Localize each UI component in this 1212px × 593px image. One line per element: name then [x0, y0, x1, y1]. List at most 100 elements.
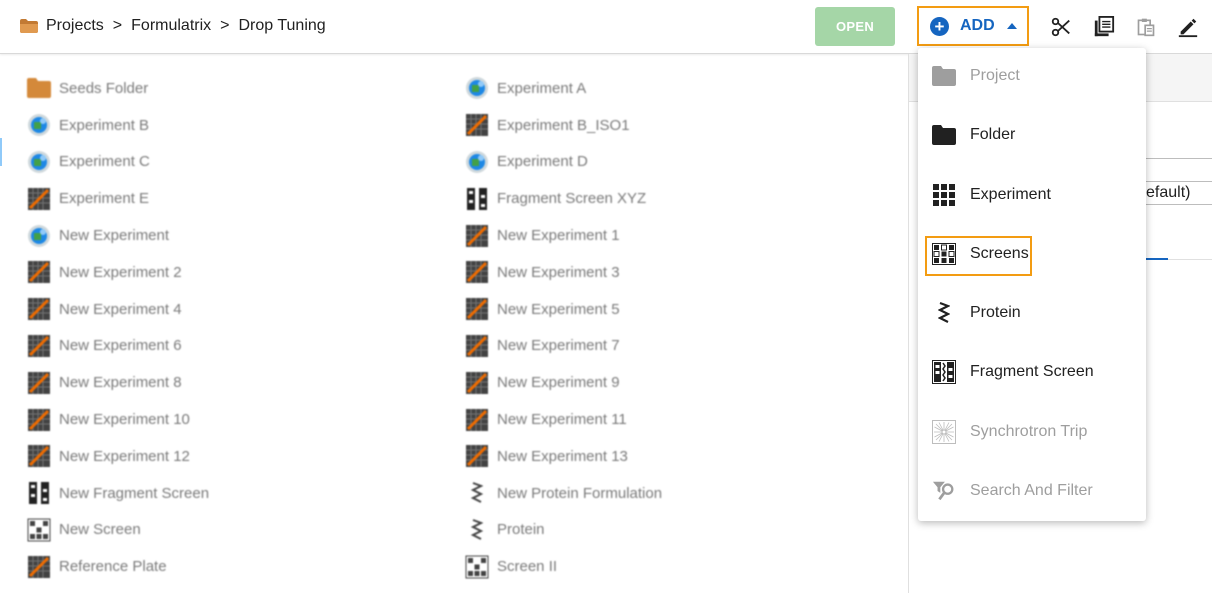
list-item[interactable]: Experiment D — [465, 144, 885, 181]
copy-icon[interactable] — [1092, 15, 1116, 39]
list-item[interactable]: New Experiment 6 — [27, 328, 447, 365]
list-item[interactable]: Experiment C — [27, 144, 447, 181]
details-select-field[interactable]: efault) — [1146, 181, 1212, 205]
list-item[interactable]: New Experiment 4 — [27, 291, 447, 328]
list-item[interactable]: New Protein Formulation — [465, 475, 885, 512]
list-item[interactable]: Experiment B — [27, 107, 447, 144]
list-item[interactable]: New Experiment 10 — [27, 401, 447, 438]
list-item-label: New Experiment 2 — [59, 263, 182, 281]
list-item-label: New Fragment Screen — [59, 484, 210, 502]
protein-icon — [465, 518, 489, 542]
plate-icon — [465, 334, 489, 358]
list-item-label: Protein — [497, 521, 545, 539]
paste-icon[interactable] — [1134, 15, 1158, 39]
menu-item-project[interactable]: Project — [918, 52, 1146, 100]
list-item[interactable]: Screen II — [465, 548, 885, 585]
list-item-label: New Experiment 10 — [59, 411, 190, 429]
list-item[interactable]: Protein — [465, 512, 885, 549]
add-circle-icon: + — [930, 16, 949, 36]
details-tab-underline — [1168, 259, 1212, 260]
list-item[interactable]: New Experiment 5 — [465, 291, 885, 328]
menu-item-label: Synchrotron Trip — [970, 423, 1088, 440]
list-item[interactable]: Experiment B_ISO1 — [465, 107, 885, 144]
menu-item-label: Folder — [970, 126, 1016, 143]
fragment-screen-icon — [932, 360, 956, 384]
list-item[interactable]: New Fragment Screen — [27, 475, 447, 512]
item-list-right: Experiment A Experiment B_ISO1 Experiment … — [465, 70, 885, 585]
list-item[interactable]: New Experiment 11 — [465, 401, 885, 438]
plate-icon — [27, 260, 51, 284]
list-item-label: New Experiment 4 — [59, 300, 182, 318]
protein-icon — [465, 481, 489, 505]
add-button-label: ADD — [960, 17, 995, 34]
menu-item-fragment-screen[interactable]: Fragment Screen — [918, 348, 1146, 396]
list-item[interactable]: New Experiment 2 — [27, 254, 447, 291]
list-item[interactable]: New Experiment 13 — [465, 438, 885, 475]
folder-icon — [932, 123, 956, 147]
edit-icon[interactable] — [1176, 15, 1200, 39]
list-item[interactable]: New Experiment 8 — [27, 364, 447, 401]
list-item-label: New Experiment 6 — [59, 337, 182, 355]
breadcrumb-item-drop-tuning[interactable]: Drop Tuning — [239, 17, 326, 35]
plate-icon — [465, 260, 489, 284]
list-item[interactable]: Fragment Screen XYZ — [465, 180, 885, 217]
list-item[interactable]: New Experiment 12 — [27, 438, 447, 475]
list-item[interactable]: New Experiment 9 — [465, 364, 885, 401]
list-item-label: New Experiment 7 — [497, 337, 620, 355]
menu-item-label: Project — [970, 67, 1020, 84]
fragment-icon — [27, 481, 51, 505]
list-item[interactable]: New Screen — [27, 512, 447, 549]
plate-icon — [27, 371, 51, 395]
list-item[interactable]: New Experiment 3 — [465, 254, 885, 291]
list-item-label: Experiment B_ISO1 — [497, 116, 630, 134]
menu-item-experiment[interactable]: Experiment — [918, 171, 1146, 219]
list-item-label: Reference Plate — [59, 558, 167, 576]
list-item[interactable]: Reference Plate — [27, 548, 447, 585]
open-button[interactable]: OPEN — [815, 7, 895, 46]
globe-icon — [27, 224, 51, 248]
list-item-label: Experiment D — [497, 153, 588, 171]
plate-icon — [465, 297, 489, 321]
list-item[interactable]: New Experiment 1 — [465, 217, 885, 254]
list-item-label: New Experiment 3 — [497, 263, 620, 281]
top-toolbar: Projects > Formulatrix > Drop Tuning OPE… — [0, 0, 1212, 54]
plate-icon — [27, 444, 51, 468]
menu-item-folder[interactable]: Folder — [918, 111, 1146, 159]
menu-item-label: Fragment Screen — [970, 363, 1094, 380]
list-item-label: New Experiment 1 — [497, 227, 620, 245]
breadcrumb-item-projects[interactable]: Projects — [46, 17, 104, 35]
list-item-label: New Experiment 12 — [59, 447, 190, 465]
globe-icon — [465, 150, 489, 174]
list-item-label: New Experiment 5 — [497, 300, 620, 318]
breadcrumb-item-formulatrix[interactable]: Formulatrix — [131, 17, 211, 35]
list-item-label: New Experiment 11 — [497, 411, 627, 429]
details-tab-indicator — [1146, 258, 1168, 260]
screen-icon — [465, 555, 489, 579]
menu-item-protein[interactable]: Protein — [918, 289, 1146, 337]
experiment-grid-icon — [932, 183, 956, 207]
list-item[interactable]: Experiment A — [465, 70, 885, 107]
item-list-left: Seeds Folder Experiment B Experiment C Expe… — [27, 70, 447, 585]
menu-item-label: Experiment — [970, 186, 1051, 203]
plate-icon — [465, 224, 489, 248]
plate-icon — [465, 371, 489, 395]
list-item[interactable]: New Experiment — [27, 217, 447, 254]
menu-item-synchrotron-trip[interactable]: Synchrotron Trip — [918, 408, 1146, 456]
list-item-label: Experiment E — [59, 190, 150, 208]
add-button[interactable]: + ADD — [917, 6, 1029, 46]
scissors-icon[interactable] — [1049, 15, 1073, 39]
protein-icon — [932, 301, 956, 325]
details-field-line — [1146, 158, 1212, 159]
panel-divider — [908, 54, 909, 593]
list-item[interactable]: New Experiment 7 — [465, 328, 885, 365]
globe-icon — [27, 113, 51, 137]
menu-item-search-and-filter[interactable]: Search And Filter — [918, 467, 1146, 515]
folder-icon — [20, 19, 38, 33]
fragment-icon — [465, 187, 489, 211]
list-item-label: Experiment C — [59, 153, 150, 171]
list-item[interactable]: Seeds Folder — [27, 70, 447, 107]
menu-item-screens[interactable]: Screens — [918, 230, 1146, 278]
list-item-label: Experiment B — [59, 116, 150, 134]
list-item-label: New Experiment — [59, 227, 170, 245]
list-item[interactable]: Experiment E — [27, 180, 447, 217]
